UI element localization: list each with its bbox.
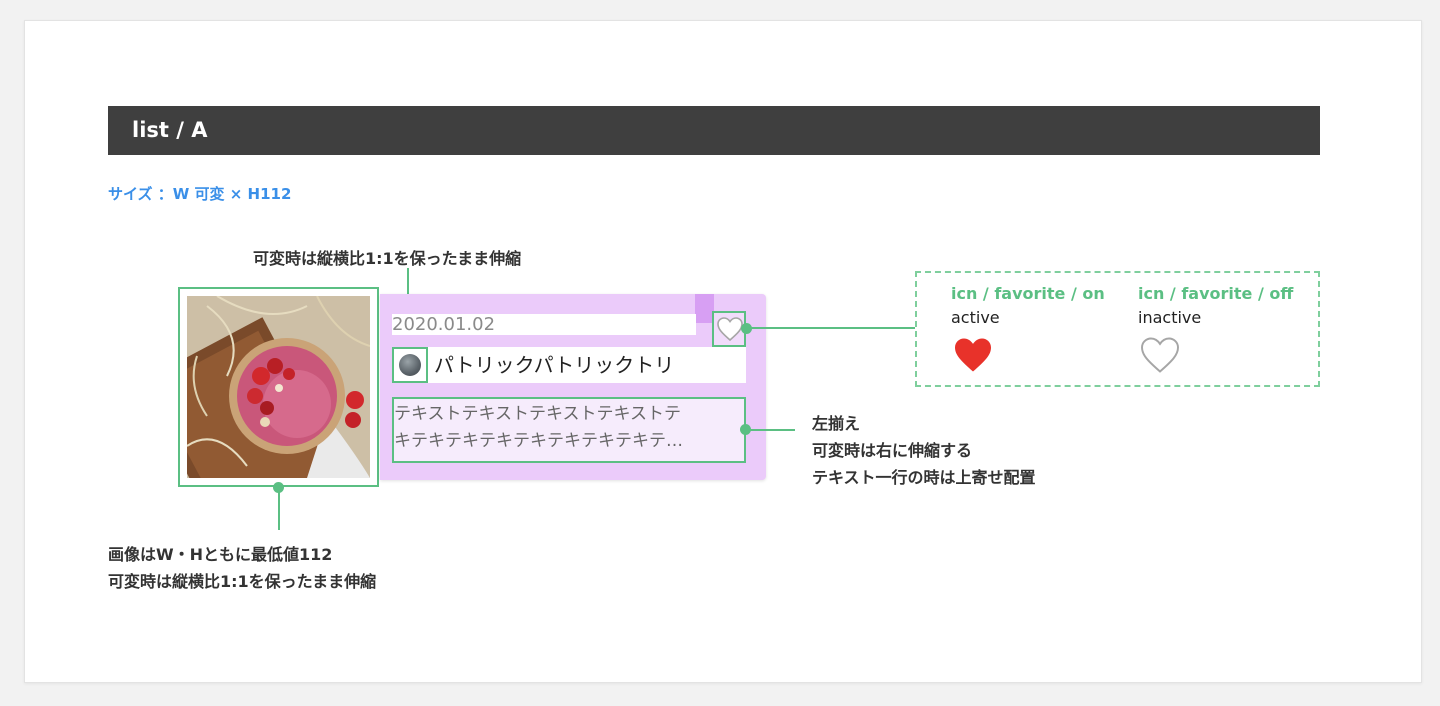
note-text-3: テキスト一行の時は上寄せ配置 (812, 468, 1036, 487)
thumbnail-frame (178, 287, 379, 487)
note-text-1: 左揃え (812, 414, 861, 433)
legend-off-title: icn / favorite / off (1138, 284, 1294, 303)
description-line-2: キテキテキテキテキテキテキテキテ… (394, 431, 683, 451)
list-card[interactable]: 2020.01.02 パトリックパトリックトリ テキストテキストテキストテキスト… (380, 294, 766, 480)
user-name: パトリックパトリックトリ (434, 353, 675, 377)
size-label: サイズ ：W 可変 × H112 (108, 185, 292, 203)
legend-off-state: inactive (1138, 308, 1202, 327)
section-header: list / A (108, 106, 1320, 155)
heart-filled-icon (955, 338, 991, 372)
heart-outline-icon (1141, 337, 1179, 373)
leader-image (278, 488, 280, 530)
note-image-2: 可変時は縦横比1:1を保ったまま伸縮 (108, 572, 377, 591)
leader-desc (745, 429, 795, 431)
legend-on-title: icn / favorite / on (951, 284, 1105, 303)
note-text-2: 可変時は右に伸縮する (812, 441, 973, 460)
avatar-icon (392, 347, 428, 383)
note-image-1: 画像はW・Hともに最低値112 (108, 545, 333, 564)
user-row: パトリックパトリックトリ (392, 347, 746, 383)
heart-outline-icon (717, 317, 743, 342)
note-avatar: 可変時は縦横比1:1を保ったまま伸縮 (253, 249, 522, 268)
favorite-icon-legend: icn / favorite / on active icn / favorit… (915, 271, 1320, 387)
legend-on-state: active (951, 308, 1000, 327)
description-line-1: テキストテキストテキストテキストテ (394, 404, 681, 424)
description-text: テキストテキストテキストテキストテ キテキテキテキテキテキテキテキテ… (392, 397, 746, 463)
thumbnail-image (187, 296, 370, 478)
post-date: 2020.01.02 (392, 314, 696, 335)
leader-fav (746, 327, 915, 329)
